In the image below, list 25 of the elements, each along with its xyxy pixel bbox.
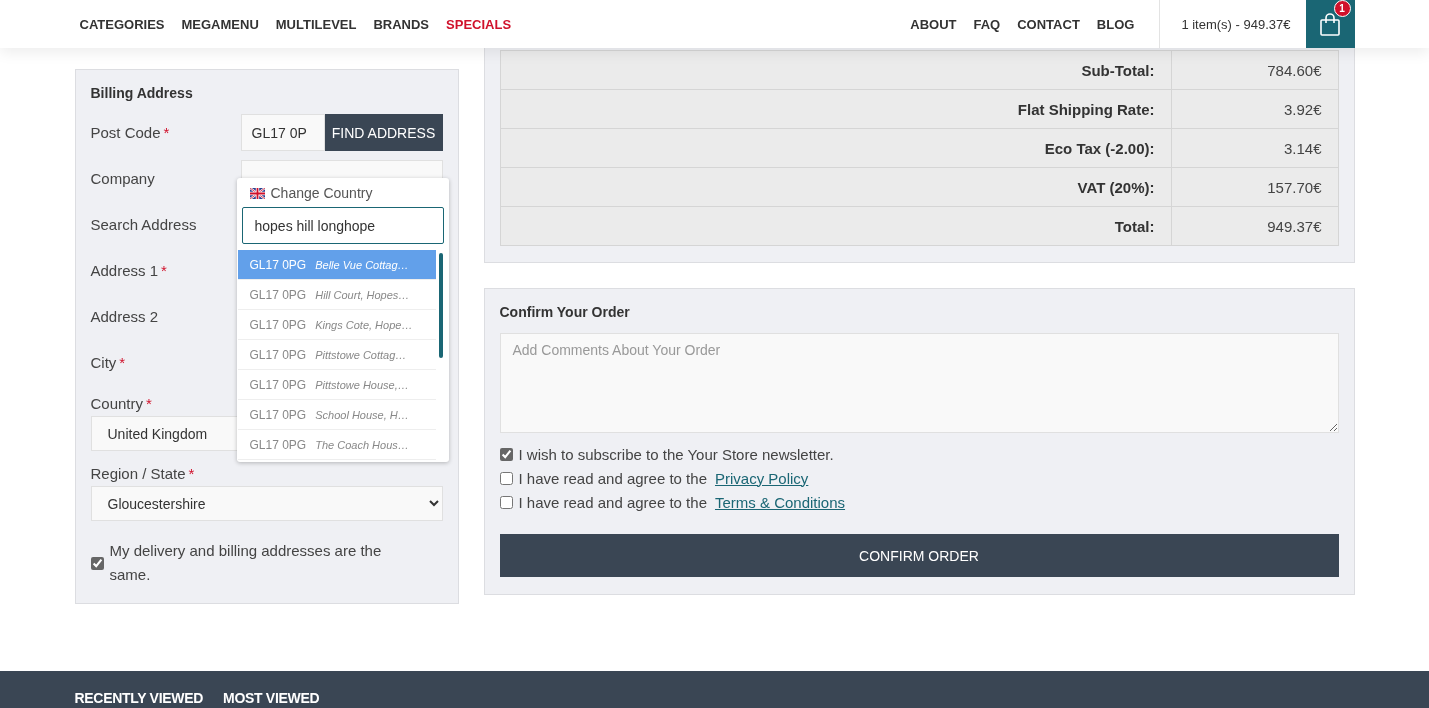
field-label: Address 1 * — [90, 262, 168, 279]
field-label: Search Address — [90, 216, 198, 233]
field-label: Company — [90, 170, 156, 187]
checkbox-label: I have read and agree to the — [518, 469, 707, 487]
checkbox-label: My delivery and billing addresses are the same. — [109, 541, 383, 585]
section-title: Confirm Your Order — [499, 304, 631, 320]
total-value: 949.37€ — [1171, 206, 1338, 246]
total-value: 3.92€ — [1171, 89, 1338, 129]
field-label: Region / State * — [90, 463, 195, 484]
total-value: 3.14€ — [1171, 128, 1338, 168]
field-label: Country * — [90, 393, 152, 414]
section-title: Billing Address — [90, 85, 194, 101]
checkbox-label: I wish to subscribe to the Your Store newsletter. — [518, 445, 834, 463]
total-label: VAT (20%): — [500, 167, 1171, 207]
total-label: Total: — [500, 206, 1171, 246]
cart-count-badge: 1 — [1333, 0, 1351, 17]
total-label: Eco Tax (-2.00): — [500, 128, 1171, 168]
checkbox-label: I have read and agree to the — [518, 493, 707, 511]
field-label: Post Code * — [90, 124, 171, 141]
total-value: 784.60€ — [1171, 50, 1338, 90]
total-label: Sub-Total: — [500, 50, 1171, 90]
field-label: City * — [90, 354, 127, 371]
total-label: Flat Shipping Rate: — [500, 89, 1171, 129]
total-value: 157.70€ — [1171, 167, 1338, 207]
field-label: Address 2 — [90, 308, 160, 325]
